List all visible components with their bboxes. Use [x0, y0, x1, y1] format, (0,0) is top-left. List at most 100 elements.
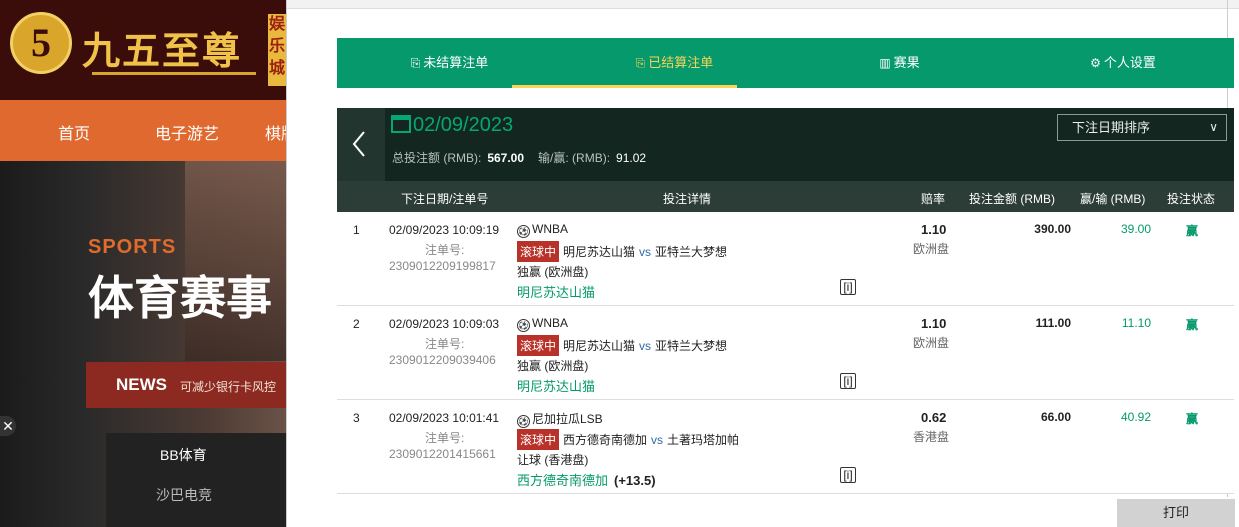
- bet-receipt-icon[interactable]: [i]: [840, 467, 856, 483]
- print-button[interactable]: 打印: [1117, 499, 1235, 527]
- market: 独赢 (欧洲盘): [517, 359, 589, 373]
- table-row[interactable]: 2 02/09/2023 10:09:03 注单号: 2309012209039…: [337, 306, 1234, 400]
- table-row[interactable]: 3 02/09/2023 10:01:41 注单号: 2309012201415…: [337, 400, 1234, 494]
- league: ⚽ WNBA: [517, 222, 568, 238]
- match: 滚球中 明尼苏达山猫 vs 亚特兰大梦想: [517, 241, 727, 262]
- match: 滚球中 明尼苏达山猫 vs 亚特兰大梦想: [517, 335, 727, 356]
- chevron-left-icon: [352, 131, 365, 157]
- total-stake-label: 总投注额 (RMB):: [392, 151, 482, 165]
- col-header-details: 投注详情: [663, 192, 712, 206]
- logo-ornament: [92, 72, 256, 75]
- winloss-amount: 40.92: [1120, 410, 1151, 424]
- winloss-amount: 11.10: [1121, 316, 1151, 330]
- selection: 明尼苏达山猫: [517, 376, 601, 395]
- bet-receipt-icon[interactable]: [i]: [840, 373, 856, 389]
- col-header-date-order: 下注日期/注单号: [401, 192, 489, 206]
- summary-stats: 总投注额 (RMB): 567.00 输/赢: (RMB): 91.02: [392, 149, 646, 166]
- news-label: NEWS: [116, 375, 167, 394]
- bet-time: 02/09/2023 10:09:19: [389, 223, 500, 237]
- away-team: 土著玛塔加帕: [667, 433, 740, 447]
- bet-time: 02/09/2023 10:01:41: [389, 411, 500, 425]
- stake-amount: 390.00: [1034, 222, 1071, 236]
- soccer-ball-icon: ⚽: [517, 225, 530, 238]
- bet-status: 赢: [1186, 318, 1199, 332]
- close-icon[interactable]: ✕: [0, 416, 16, 436]
- scoreboard-icon: ▥: [879, 56, 891, 70]
- vs-label: vs: [639, 339, 652, 353]
- background-site: 5 九五至尊 娱乐城 首页 电子游艺 棋牌 SPORTS 体育赛事 NEWS 可…: [0, 0, 286, 527]
- bet-tabs: ⎘ 未结算注单 ⎘ 已结算注单 ▥ 赛果 ⚙ 个人设置: [337, 38, 1234, 88]
- summary-date[interactable]: 02/09/2023: [391, 114, 513, 137]
- site-menu-saba-esports[interactable]: 沙巴电竞: [156, 485, 212, 505]
- market: 独赢 (欧洲盘): [517, 265, 589, 279]
- table-row[interactable]: 1 02/09/2023 10:09:19 注单号: 2309012209199…: [337, 212, 1234, 306]
- live-badge: 滚球中: [517, 429, 560, 450]
- bet-history-modal: ⎘ 未结算注单 ⎘ 已结算注单 ▥ 赛果 ⚙ 个人设置 02/09/2023 总投注额 …: [286, 0, 1239, 527]
- league: ⚽ 尼加拉瓜LSB: [517, 410, 603, 428]
- chevron-down-icon: ∨: [1209, 120, 1218, 134]
- summary-bar: 02/09/2023 总投注额 (RMB): 567.00 输/赢: (RMB): 9…: [337, 108, 1234, 181]
- league: ⚽ WNBA: [517, 316, 568, 332]
- winloss-amount: 39.00: [1120, 222, 1151, 236]
- match: 滚球中 西方德奇南德加 vs 土著玛塔加帕: [517, 429, 739, 450]
- site-nav: 首页 电子游艺 棋牌: [0, 100, 286, 161]
- active-tab-underline: [512, 85, 737, 88]
- winloss-label: 输/赢: (RMB):: [538, 151, 611, 165]
- tab-label: 个人设置: [1103, 55, 1156, 70]
- sort-select[interactable]: 下注日期排序 ∨: [1057, 114, 1227, 141]
- row-index: 3: [353, 411, 360, 425]
- bet-receipt-icon[interactable]: [i]: [840, 279, 856, 295]
- tab-label: 未结算注单: [423, 55, 489, 70]
- order-number: 2309012201415661: [389, 447, 496, 461]
- bet-status: 赢: [1186, 412, 1199, 426]
- tab-label: 赛果: [893, 55, 920, 70]
- winloss-value: 91.02: [616, 151, 647, 165]
- col-header-odds: 赔率: [921, 192, 946, 206]
- row-index: 2: [353, 317, 360, 331]
- tab-unsettled-bets[interactable]: ⎘ 未结算注单: [337, 38, 562, 88]
- home-team: 明尼苏达山猫: [563, 339, 636, 353]
- selection-name: 西方德奇南德加: [517, 473, 609, 488]
- soccer-ball-icon: ⚽: [517, 319, 530, 332]
- vs-label: vs: [639, 245, 652, 259]
- site-header: 5 九五至尊 娱乐城: [0, 0, 286, 100]
- market: 让球 (香港盘): [517, 453, 589, 467]
- news-bar: NEWS 可减少银行卡风控: [86, 362, 286, 408]
- home-team: 明尼苏达山猫: [563, 245, 636, 259]
- stake-amount: 111.00: [1035, 316, 1071, 330]
- tab-results[interactable]: ▥ 赛果: [787, 38, 1012, 88]
- hero-title: 体育赛事: [88, 272, 272, 324]
- col-header-stake: 投注金额 (RMB): [969, 192, 1055, 206]
- receipt-icon: ⎘: [410, 56, 421, 70]
- live-badge: 滚球中: [517, 335, 560, 356]
- odds-type: 欧洲盘: [913, 242, 950, 256]
- site-menu-bb-sports[interactable]: BB体育: [160, 445, 207, 465]
- summary-date-text: 02/09/2023: [413, 114, 514, 136]
- site-logo-text[interactable]: 九五至尊: [82, 20, 242, 75]
- tab-settled-bets[interactable]: ⎘ 已结算注单: [562, 38, 787, 88]
- total-stake-value: 567.00: [487, 151, 525, 165]
- selection: 明尼苏达山猫: [517, 282, 601, 301]
- home-team: 西方德奇南德加: [563, 433, 648, 447]
- news-text[interactable]: 可减少银行卡风控: [180, 378, 276, 395]
- site-nav-cards[interactable]: 棋牌: [265, 120, 286, 144]
- order-label: 注单号:: [425, 243, 465, 257]
- live-badge: 滚球中: [517, 241, 560, 262]
- sort-select-value: 下注日期排序: [1072, 120, 1151, 135]
- site-nav-slots[interactable]: 电子游艺: [155, 120, 219, 144]
- back-button[interactable]: [337, 108, 385, 181]
- odds-type: 欧洲盘: [913, 336, 950, 350]
- selection-handicap: (+13.5): [614, 473, 656, 488]
- site-nav-home[interactable]: 首页: [58, 120, 90, 144]
- soccer-ball-icon: ⚽: [517, 415, 530, 428]
- stake-amount: 66.00: [1040, 410, 1071, 424]
- site-game-menu: BB体育 沙巴电竞: [106, 433, 286, 527]
- site-logo-icon[interactable]: 5: [10, 12, 72, 74]
- league-name: 尼加拉瓜LSB: [532, 412, 603, 426]
- hero-sports-label: SPORTS: [88, 236, 177, 258]
- order-label: 注单号:: [425, 337, 465, 351]
- tab-personal-settings[interactable]: ⚙ 个人设置: [1012, 38, 1234, 88]
- odds-value: 0.62: [921, 410, 947, 425]
- bet-status: 赢: [1186, 224, 1199, 238]
- league-name: WNBA: [532, 316, 568, 330]
